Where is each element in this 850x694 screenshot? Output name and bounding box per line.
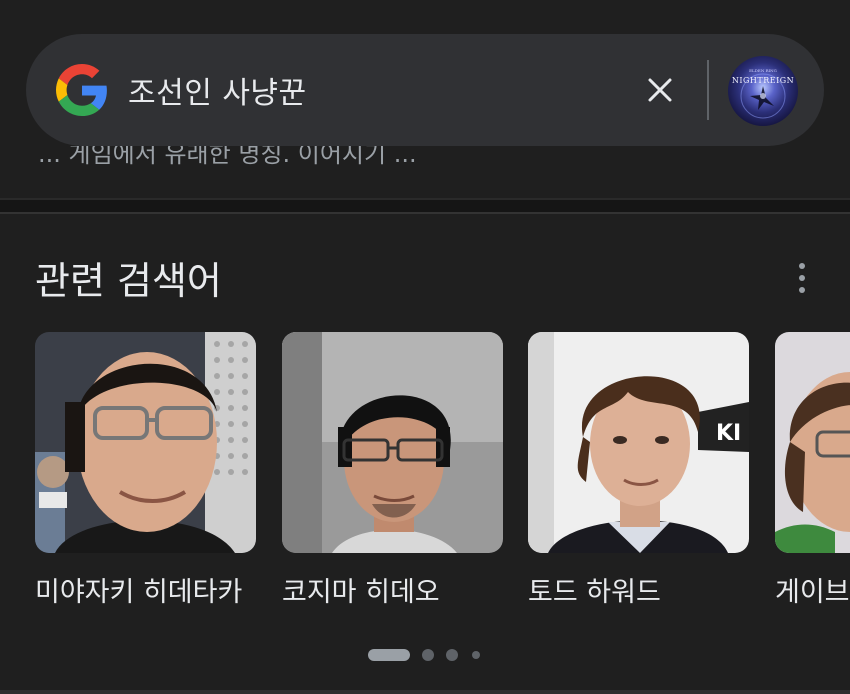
related-search-card[interactable]: 코지마 히데오 bbox=[282, 332, 503, 612]
related-search-photo bbox=[775, 332, 850, 553]
search-bar[interactable]: 조선인 사냥꾼 ELDEN RING NIGHTREIGN bbox=[26, 34, 824, 146]
related-search-label: 코지마 히데오 bbox=[282, 577, 440, 608]
clear-search-button[interactable] bbox=[638, 68, 682, 112]
section-divider-bottom bbox=[0, 212, 850, 214]
related-search-photo: KI bbox=[528, 332, 749, 553]
carousel-dot[interactable] bbox=[472, 651, 480, 659]
related-searches-title: 관련 검색어 bbox=[35, 259, 222, 303]
svg-text:KI: KI bbox=[716, 421, 741, 446]
person-photo-icon bbox=[775, 332, 850, 553]
related-search-label: 미야자키 히데타카 bbox=[35, 577, 243, 608]
related-search-card[interactable]: 게이브 bbox=[775, 332, 850, 612]
search-bar-divider bbox=[707, 60, 709, 120]
related-search-label: 게이브 bbox=[775, 577, 850, 608]
person-photo-icon bbox=[282, 332, 503, 553]
bottom-divider bbox=[0, 690, 850, 694]
section-divider-band bbox=[0, 200, 850, 212]
carousel-dot-active[interactable] bbox=[368, 649, 410, 661]
related-search-card[interactable]: 미야자키 히데타카 bbox=[35, 332, 256, 612]
related-search-photo bbox=[35, 332, 256, 553]
related-search-photo bbox=[282, 332, 503, 553]
more-options-button[interactable] bbox=[788, 258, 816, 298]
person-photo-icon bbox=[35, 332, 256, 553]
previous-result-snippet: ... 게임에서 유래한 명칭. 이어지기 ... bbox=[38, 146, 638, 168]
related-search-label: 토드 하워드 bbox=[528, 577, 661, 608]
carousel-dot[interactable] bbox=[422, 649, 434, 661]
person-photo-icon: KI bbox=[528, 332, 749, 553]
avatar-art-icon bbox=[740, 73, 786, 119]
carousel-dot[interactable] bbox=[446, 649, 458, 661]
search-query-text[interactable]: 조선인 사냥꾼 bbox=[128, 68, 307, 112]
google-logo-icon bbox=[56, 64, 107, 116]
avatar-title: NIGHTREIGN bbox=[731, 76, 795, 85]
close-icon bbox=[648, 78, 672, 102]
profile-avatar[interactable]: ELDEN RING NIGHTREIGN bbox=[728, 56, 798, 126]
avatar-subtitle: ELDEN RING bbox=[749, 68, 777, 73]
more-vert-icon bbox=[799, 263, 805, 269]
related-search-card[interactable]: KI 토드 하워드 bbox=[528, 332, 749, 612]
search-results-page: 조선인 사냥꾼 ELDEN RING NIGHTREIGN ... 게임에서 유… bbox=[0, 0, 850, 694]
snippet-text: ... 게임에서 유래한 명칭. 이어지기 ... bbox=[38, 146, 417, 168]
